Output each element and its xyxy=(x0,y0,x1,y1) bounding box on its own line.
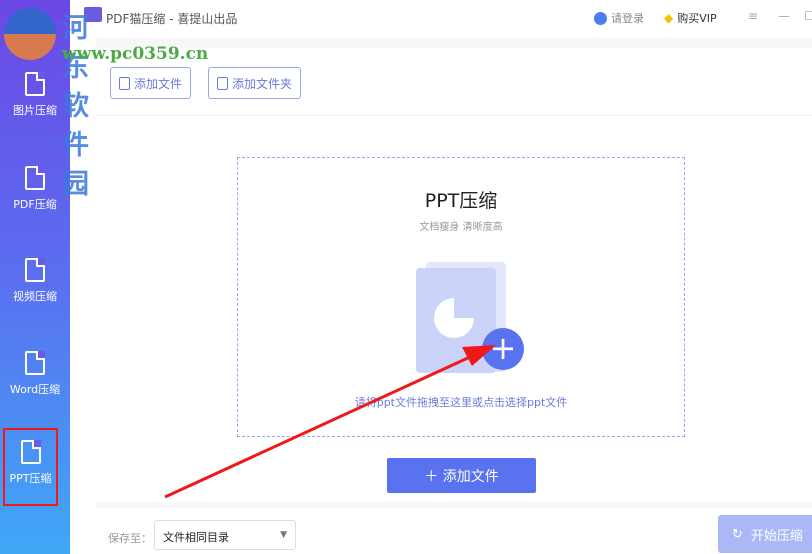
sidebar-item-label: 视频压缩 xyxy=(13,290,57,303)
sidebar-item-label: PPT压缩 xyxy=(9,472,52,485)
save-location-value: 文件相同目录 xyxy=(163,531,229,544)
pie-chart-icon xyxy=(434,298,474,338)
login-button[interactable]: 请登录 xyxy=(594,10,644,26)
maximize-icon[interactable]: ☐ xyxy=(804,9,812,23)
buy-vip-button[interactable]: ◆ 购买VIP xyxy=(664,10,717,26)
app-title: PDF猫压缩 - 喜提山出品 xyxy=(106,12,238,26)
video-file-icon xyxy=(25,258,45,282)
user-icon xyxy=(594,11,607,25)
drop-title: PPT压缩 xyxy=(424,190,498,212)
toolbar: 添加文件 添加文件夹 xyxy=(96,38,812,116)
drop-hint: 请将ppt文件拖拽至这里或点击选择ppt文件 xyxy=(354,396,568,409)
add-folder-icon xyxy=(217,76,228,90)
save-location-select[interactable]: 文件相同目录 ▼ xyxy=(154,520,296,550)
image-file-icon xyxy=(25,72,45,96)
diamond-icon: ◆ xyxy=(664,11,674,25)
sidebar: 图片压缩 PDF压缩 视频压缩 Word压缩 PPT压缩 xyxy=(0,0,70,554)
add-file-icon xyxy=(119,76,130,90)
refresh-icon: ↻ xyxy=(732,526,743,542)
login-label: 请登录 xyxy=(611,12,644,25)
sidebar-item-video[interactable]: 视频压缩 xyxy=(0,258,70,338)
sidebar-item-pdf[interactable]: PDF压缩 xyxy=(0,166,70,246)
sidebar-item-label: PDF压缩 xyxy=(13,198,57,211)
start-label: 开始压缩 xyxy=(750,528,803,544)
plus-icon[interactable]: + xyxy=(482,328,524,370)
add-folder-button[interactable]: 添加文件夹 xyxy=(208,67,302,99)
vip-label: 购买VIP xyxy=(677,12,717,25)
add-file-main-button[interactable]: ＋ 添加文件 xyxy=(387,458,536,493)
add-file-button[interactable]: 添加文件 xyxy=(110,67,192,99)
menu-icon[interactable]: ≡ xyxy=(748,9,758,23)
sidebar-item-label: Word压缩 xyxy=(9,383,61,396)
bottom-bar: 保存至： 文件相同目录 ▼ ↻ 开始压缩 xyxy=(96,502,812,554)
sidebar-item-label: 图片压缩 xyxy=(13,104,57,117)
add-file-label: 添加文件 xyxy=(134,76,183,91)
start-compress-button[interactable]: ↻ 开始压缩 xyxy=(718,515,812,553)
drop-subtitle: 文档瘦身 清晰度高 xyxy=(419,222,503,233)
minimize-icon[interactable]: — xyxy=(778,9,790,23)
ppt-file-icon xyxy=(20,440,41,464)
drop-zone[interactable]: PPT压缩 文档瘦身 清晰度高 + 请将ppt文件拖拽至这里或点击选择ppt文件 xyxy=(237,157,685,437)
save-to-label: 保存至： xyxy=(108,532,152,545)
add-folder-label: 添加文件夹 xyxy=(232,76,293,91)
sidebar-item-ppt[interactable]: PPT压缩 xyxy=(3,428,58,506)
title-bar: PDF猫压缩 - 喜提山出品 请登录 ◆ 购买VIP ≡ — ☐ xyxy=(70,0,812,38)
word-file-icon xyxy=(25,351,45,375)
app-icon xyxy=(84,7,102,22)
pdf-file-icon xyxy=(25,166,45,190)
sidebar-item-word[interactable]: Word压缩 xyxy=(0,351,70,431)
sidebar-item-image[interactable]: 图片压缩 xyxy=(0,72,70,152)
chevron-down-icon: ▼ xyxy=(280,530,287,540)
